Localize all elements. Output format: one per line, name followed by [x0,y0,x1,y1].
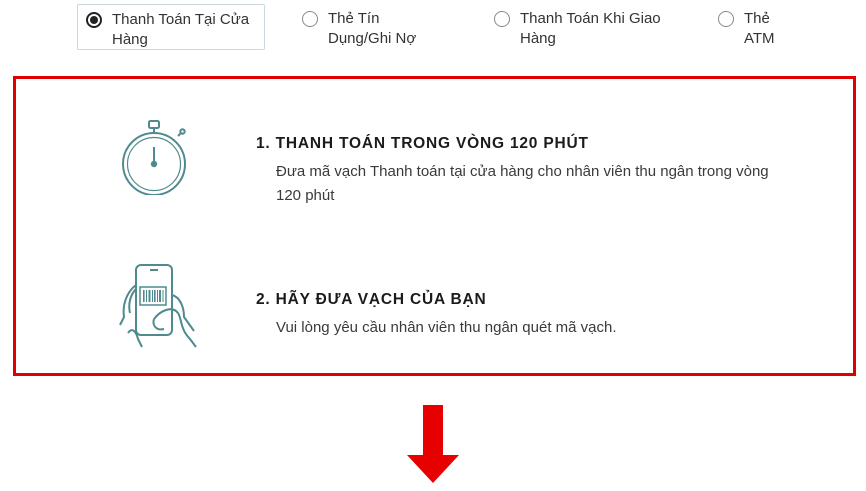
radio-icon[interactable] [718,11,734,27]
phone-barcode-icon [119,264,197,348]
down-arrow-icon [407,405,459,483]
store-payment-instructions: 1. Thanh toán trong vòng 120 phút Đưa mã… [13,76,856,376]
stopwatch-icon [122,120,186,195]
option-atm-card[interactable]: Thẻ ATM [718,9,798,49]
step-2-title: 2. Hãy đưa vạch của bạn [256,291,487,308]
radio-selected-icon[interactable] [86,12,102,28]
option-label: Thanh Toán Khi Giao Hàng [520,10,661,47]
option-label: Thanh Toán Tại Cửa Hàng [112,11,250,48]
step-1-title: 1. Thanh toán trong vòng 120 phút [256,135,589,152]
radio-icon[interactable] [494,11,510,27]
step-2-description: Vui lòng yêu cầu nhân viên thu ngân quét… [276,319,617,336]
radio-icon[interactable] [302,11,318,27]
option-credit-debit-card[interactable]: Thẻ Tín Dụng/Ghi Nợ [302,9,452,49]
payment-method-options: Thanh Toán Tại Cửa Hàng Thẻ Tín Dụng/Ghi… [0,0,866,60]
step-1-description: Đưa mã vạch Thanh toán tại cửa hàng cho … [276,163,769,204]
option-cash-on-delivery[interactable]: Thanh Toán Khi Giao Hàng [494,9,694,49]
option-label: Thẻ ATM [744,10,775,47]
option-label: Thẻ Tín Dụng/Ghi Nợ [328,10,417,47]
option-pay-at-store[interactable]: Thanh Toán Tại Cửa Hàng [77,4,265,50]
